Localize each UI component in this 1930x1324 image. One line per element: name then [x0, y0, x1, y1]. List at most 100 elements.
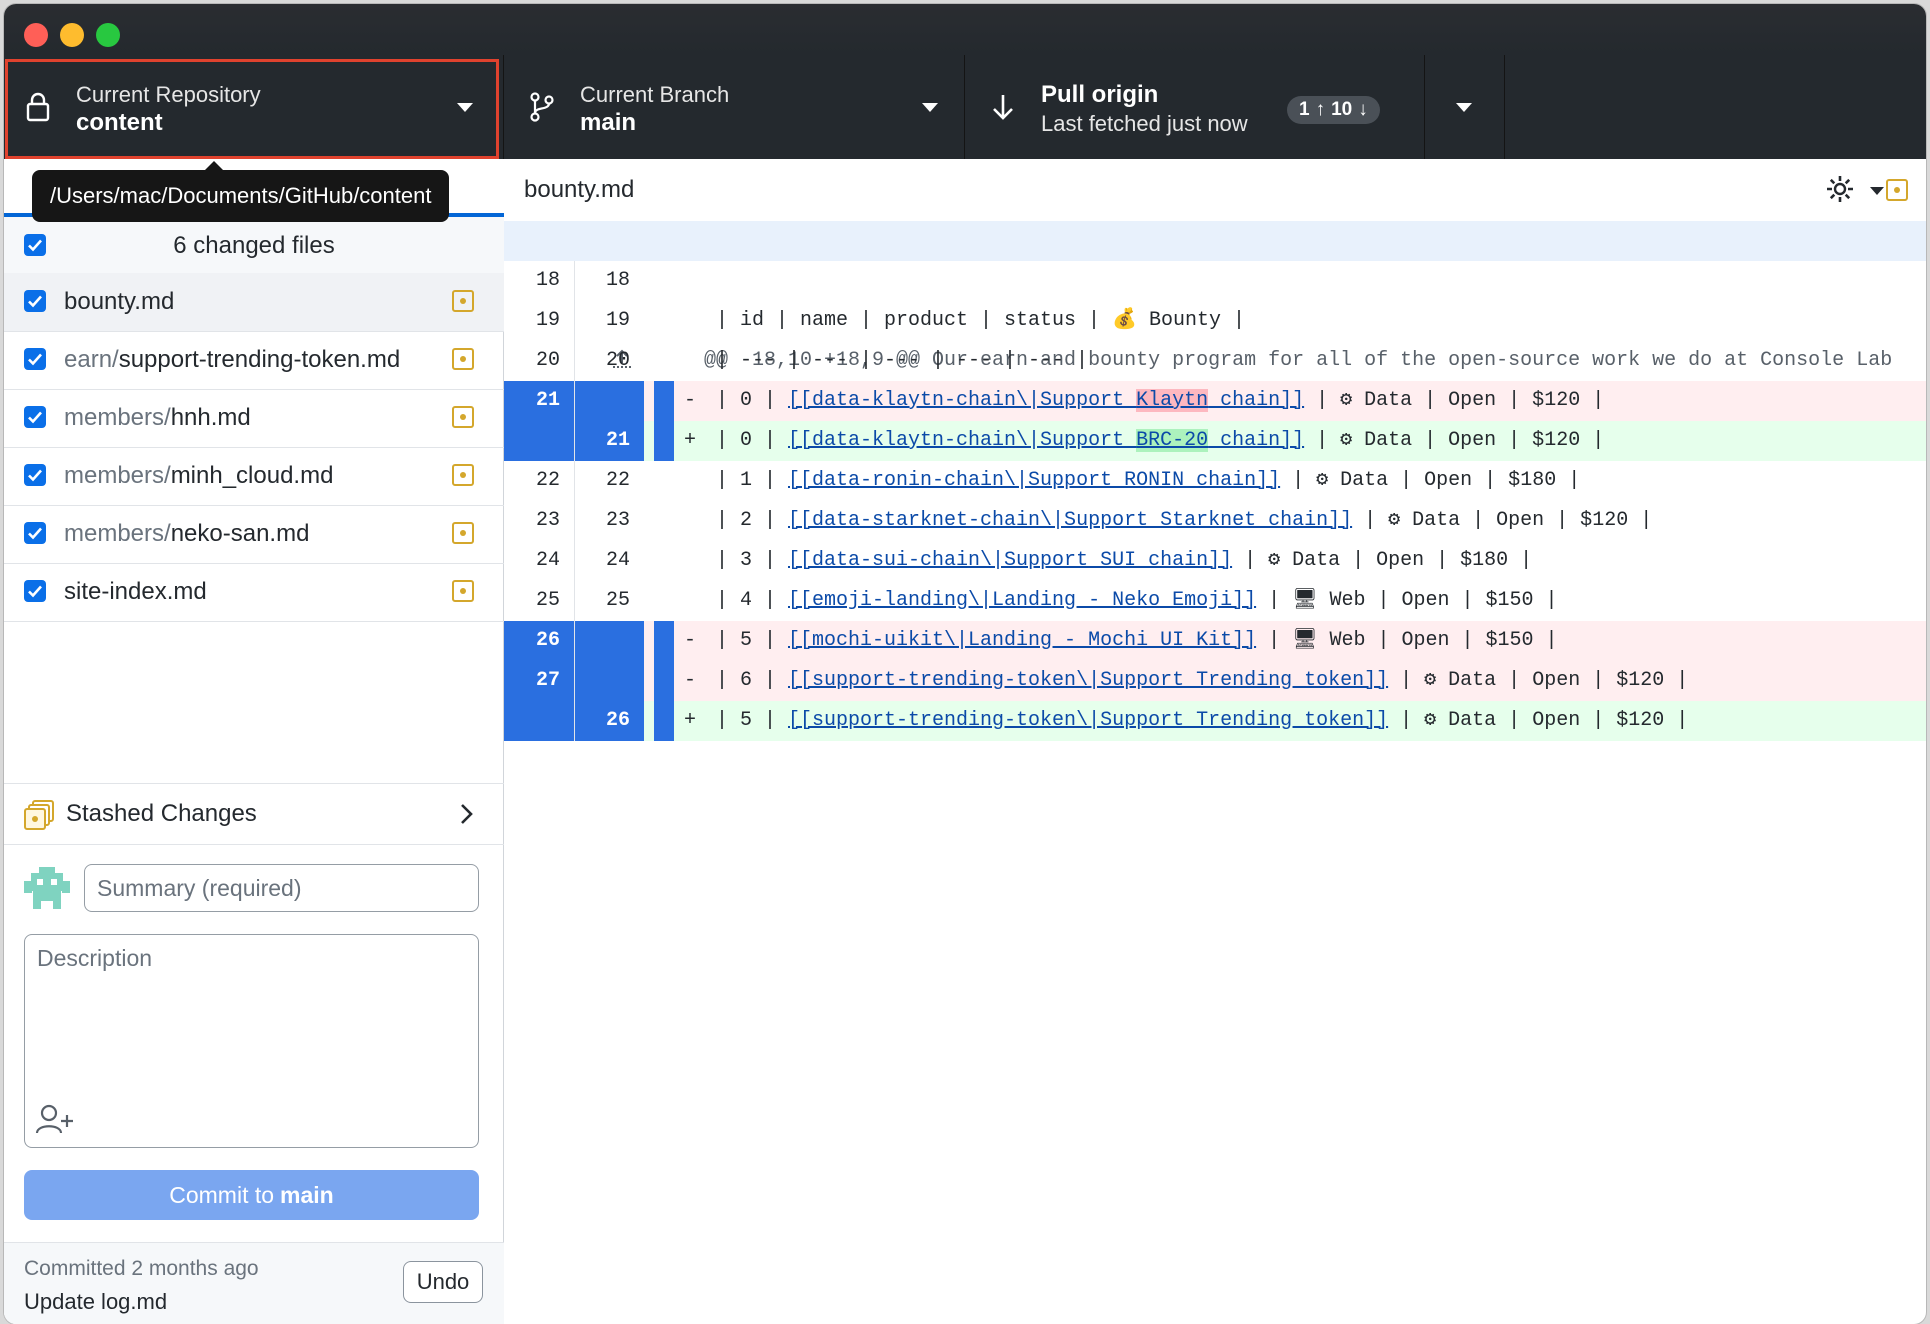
line-selection-marker[interactable]: [654, 701, 674, 741]
diff-line-deleted[interactable]: 26 - | 5 | [[mochi-uikit\|Landing - Mochi …: [504, 621, 1926, 661]
old-line-number[interactable]: 24: [504, 541, 574, 581]
old-line-number[interactable]: [504, 421, 574, 461]
wiki-link[interactable]: [[data-ronin-chain\|Support RONIN chain]…: [788, 469, 1280, 492]
line-selection-marker[interactable]: [654, 341, 674, 381]
new-line-number[interactable]: 18: [574, 261, 644, 301]
line-selection-marker[interactable]: [654, 581, 674, 621]
add-coauthor-icon[interactable]: [35, 1103, 75, 1140]
new-line-number[interactable]: 25: [574, 581, 644, 621]
wiki-link[interactable]: [[data-starknet-chain\|Support Starknet …: [788, 509, 1352, 532]
new-line-number[interactable]: 19: [574, 301, 644, 341]
old-line-number[interactable]: 20: [504, 341, 574, 381]
line-selection-marker[interactable]: [654, 461, 674, 501]
file-checkbox[interactable]: [24, 290, 46, 312]
commit-button[interactable]: Commit to main: [24, 1170, 479, 1220]
commit-description-input[interactable]: [25, 935, 478, 1095]
file-row[interactable]: bounty.md: [4, 273, 504, 332]
file-name: minh_cloud.md: [170, 462, 334, 489]
diff-line-context[interactable]: 22 22 | 1 | [[data-ronin-chain\|Support RO…: [504, 461, 1926, 501]
current-repository-button[interactable]: Current Repository content: [4, 55, 504, 159]
diff-line-context[interactable]: 19 19 | id | name | product | status | 💰 B…: [504, 301, 1926, 341]
wiki-link[interactable]: [[data-sui-chain\|Support SUI chain]]: [788, 549, 1232, 572]
chevron-down-icon[interactable]: [1870, 187, 1884, 195]
diff-sign: +: [683, 429, 696, 452]
diff-line-deleted[interactable]: 27 - | 6 | [[support-trending-token\|Suppo…: [504, 661, 1926, 701]
line-selection-marker[interactable]: [654, 541, 674, 581]
file-row[interactable]: earn/support-trending-token.md: [4, 331, 504, 390]
diff-line-context[interactable]: 23 23 | 2 | [[data-starknet-chain\|Support…: [504, 501, 1926, 541]
line-selection-marker[interactable]: [654, 621, 674, 661]
file-row[interactable]: members/minh_cloud.md: [4, 447, 504, 506]
wiki-link[interactable]: [[emoji-landing\|Landing - Neko Emoji]]: [788, 589, 1256, 612]
new-line-number[interactable]: 21: [574, 421, 644, 461]
wiki-link[interactable]: [[support-trending-token\|Support Trendi…: [788, 669, 1388, 692]
old-line-number[interactable]: 27: [504, 661, 574, 701]
old-line-number[interactable]: 23: [504, 501, 574, 541]
diff-line-context[interactable]: 25 25 | 4 | [[emoji-landing\|Landing - Nek…: [504, 581, 1926, 621]
diff-line-text: | 2 | [[data-starknet-chain\|Support Sta…: [716, 501, 1652, 541]
new-line-number[interactable]: 26: [574, 701, 644, 741]
zoom-window-button[interactable]: [96, 23, 120, 47]
wiki-link[interactable]: [[support-trending-token\|Support Trendi…: [788, 709, 1388, 732]
pull-options-dropdown[interactable]: [1425, 55, 1505, 159]
diff-header: bounty.md: [504, 159, 1926, 222]
current-branch-button[interactable]: Current Branch main: [504, 55, 965, 159]
old-line-number[interactable]: 26: [504, 621, 574, 661]
new-line-number[interactable]: [574, 621, 644, 661]
gear-icon[interactable]: [1824, 173, 1856, 213]
wiki-link[interactable]: [[mochi-uikit\|Landing - Mochi UI Kit]]: [788, 629, 1256, 652]
diff-line-context[interactable]: 24 24 | 3 | [[data-sui-chain\|Support SUI …: [504, 541, 1926, 581]
file-checkbox[interactable]: [24, 464, 46, 486]
stashed-changes-button[interactable]: Stashed Changes: [4, 783, 504, 845]
file-checkbox[interactable]: [24, 522, 46, 544]
file-row[interactable]: members/hnh.md: [4, 389, 504, 448]
hunk-header[interactable]: @@ -18,10 +18,9 @@ Our earn and bounty p…: [504, 221, 1926, 372]
old-line-number[interactable]: 18: [504, 261, 574, 301]
file-row[interactable]: members/neko-san.md: [4, 505, 504, 564]
undo-button[interactable]: Undo: [403, 1261, 483, 1303]
changed-files-count: 6 changed files: [173, 232, 335, 259]
row-prefix: | 2 |: [716, 509, 789, 532]
line-selection-marker[interactable]: [654, 261, 674, 301]
old-line-number[interactable]: 25: [504, 581, 574, 621]
diff-line-context[interactable]: 18 18: [504, 261, 1926, 301]
close-window-button[interactable]: [24, 23, 48, 47]
line-selection-marker[interactable]: [654, 501, 674, 541]
diff-line-deleted[interactable]: 21 - | 0 | [[data-klaytn-chain\|Support Kl…: [504, 381, 1926, 421]
commit-summary-input[interactable]: [84, 864, 479, 912]
old-line-number[interactable]: 22: [504, 461, 574, 501]
modified-file-icon: [452, 522, 474, 544]
line-selection-marker[interactable]: [654, 421, 674, 461]
new-line-number[interactable]: 22: [574, 461, 644, 501]
old-line-number[interactable]: 21: [504, 381, 574, 421]
minimize-window-button[interactable]: [60, 23, 84, 47]
file-checkbox[interactable]: [24, 348, 46, 370]
diff-line-text: | 3 | [[data-sui-chain\|Support SUI chai…: [716, 541, 1532, 581]
file-checkbox[interactable]: [24, 580, 46, 602]
line-selection-marker[interactable]: [654, 381, 674, 421]
link-text: [[data-starknet-chain\|Support Starknet …: [788, 509, 1353, 532]
pull-origin-button[interactable]: Pull origin Last fetched just now 1 ↑ 10…: [965, 55, 1425, 159]
file-checkbox[interactable]: [24, 406, 46, 428]
new-line-number[interactable]: [574, 661, 644, 701]
diff-view: @@ -18,10 +18,9 @@ Our earn and bounty p…: [504, 221, 1926, 741]
old-line-number[interactable]: 19: [504, 301, 574, 341]
avatar: [24, 867, 70, 916]
link-text: [[support-trending-token\|Support Trendi…: [788, 709, 1389, 732]
file-row[interactable]: site-index.md: [4, 563, 504, 622]
wiki-link[interactable]: [[data-klaytn-chain\|Support Klaytn chai…: [788, 389, 1304, 412]
new-line-number[interactable]: 20: [574, 341, 644, 381]
new-line-number[interactable]: 24: [574, 541, 644, 581]
line-selection-marker[interactable]: [654, 301, 674, 341]
diff-line-added[interactable]: 21 + | 0 | [[data-klaytn-chain\|Support BR…: [504, 421, 1926, 461]
branch-icon: [526, 91, 558, 123]
new-line-number[interactable]: [574, 381, 644, 421]
new-line-number[interactable]: 23: [574, 501, 644, 541]
diff-line-added[interactable]: 26 + | 5 | [[support-trending-token\|Suppo…: [504, 701, 1926, 741]
wiki-link[interactable]: [[data-klaytn-chain\|Support BRC-20 chai…: [788, 429, 1304, 452]
file-path: members/neko-san.md: [64, 520, 309, 548]
diff-line-context[interactable]: 20 20 | --- | --- | --- | --- | --- |: [504, 341, 1926, 381]
line-selection-marker[interactable]: [654, 661, 674, 701]
old-line-number[interactable]: [504, 701, 574, 741]
link-text: [[data-klaytn-chain\|Support: [788, 389, 1137, 412]
